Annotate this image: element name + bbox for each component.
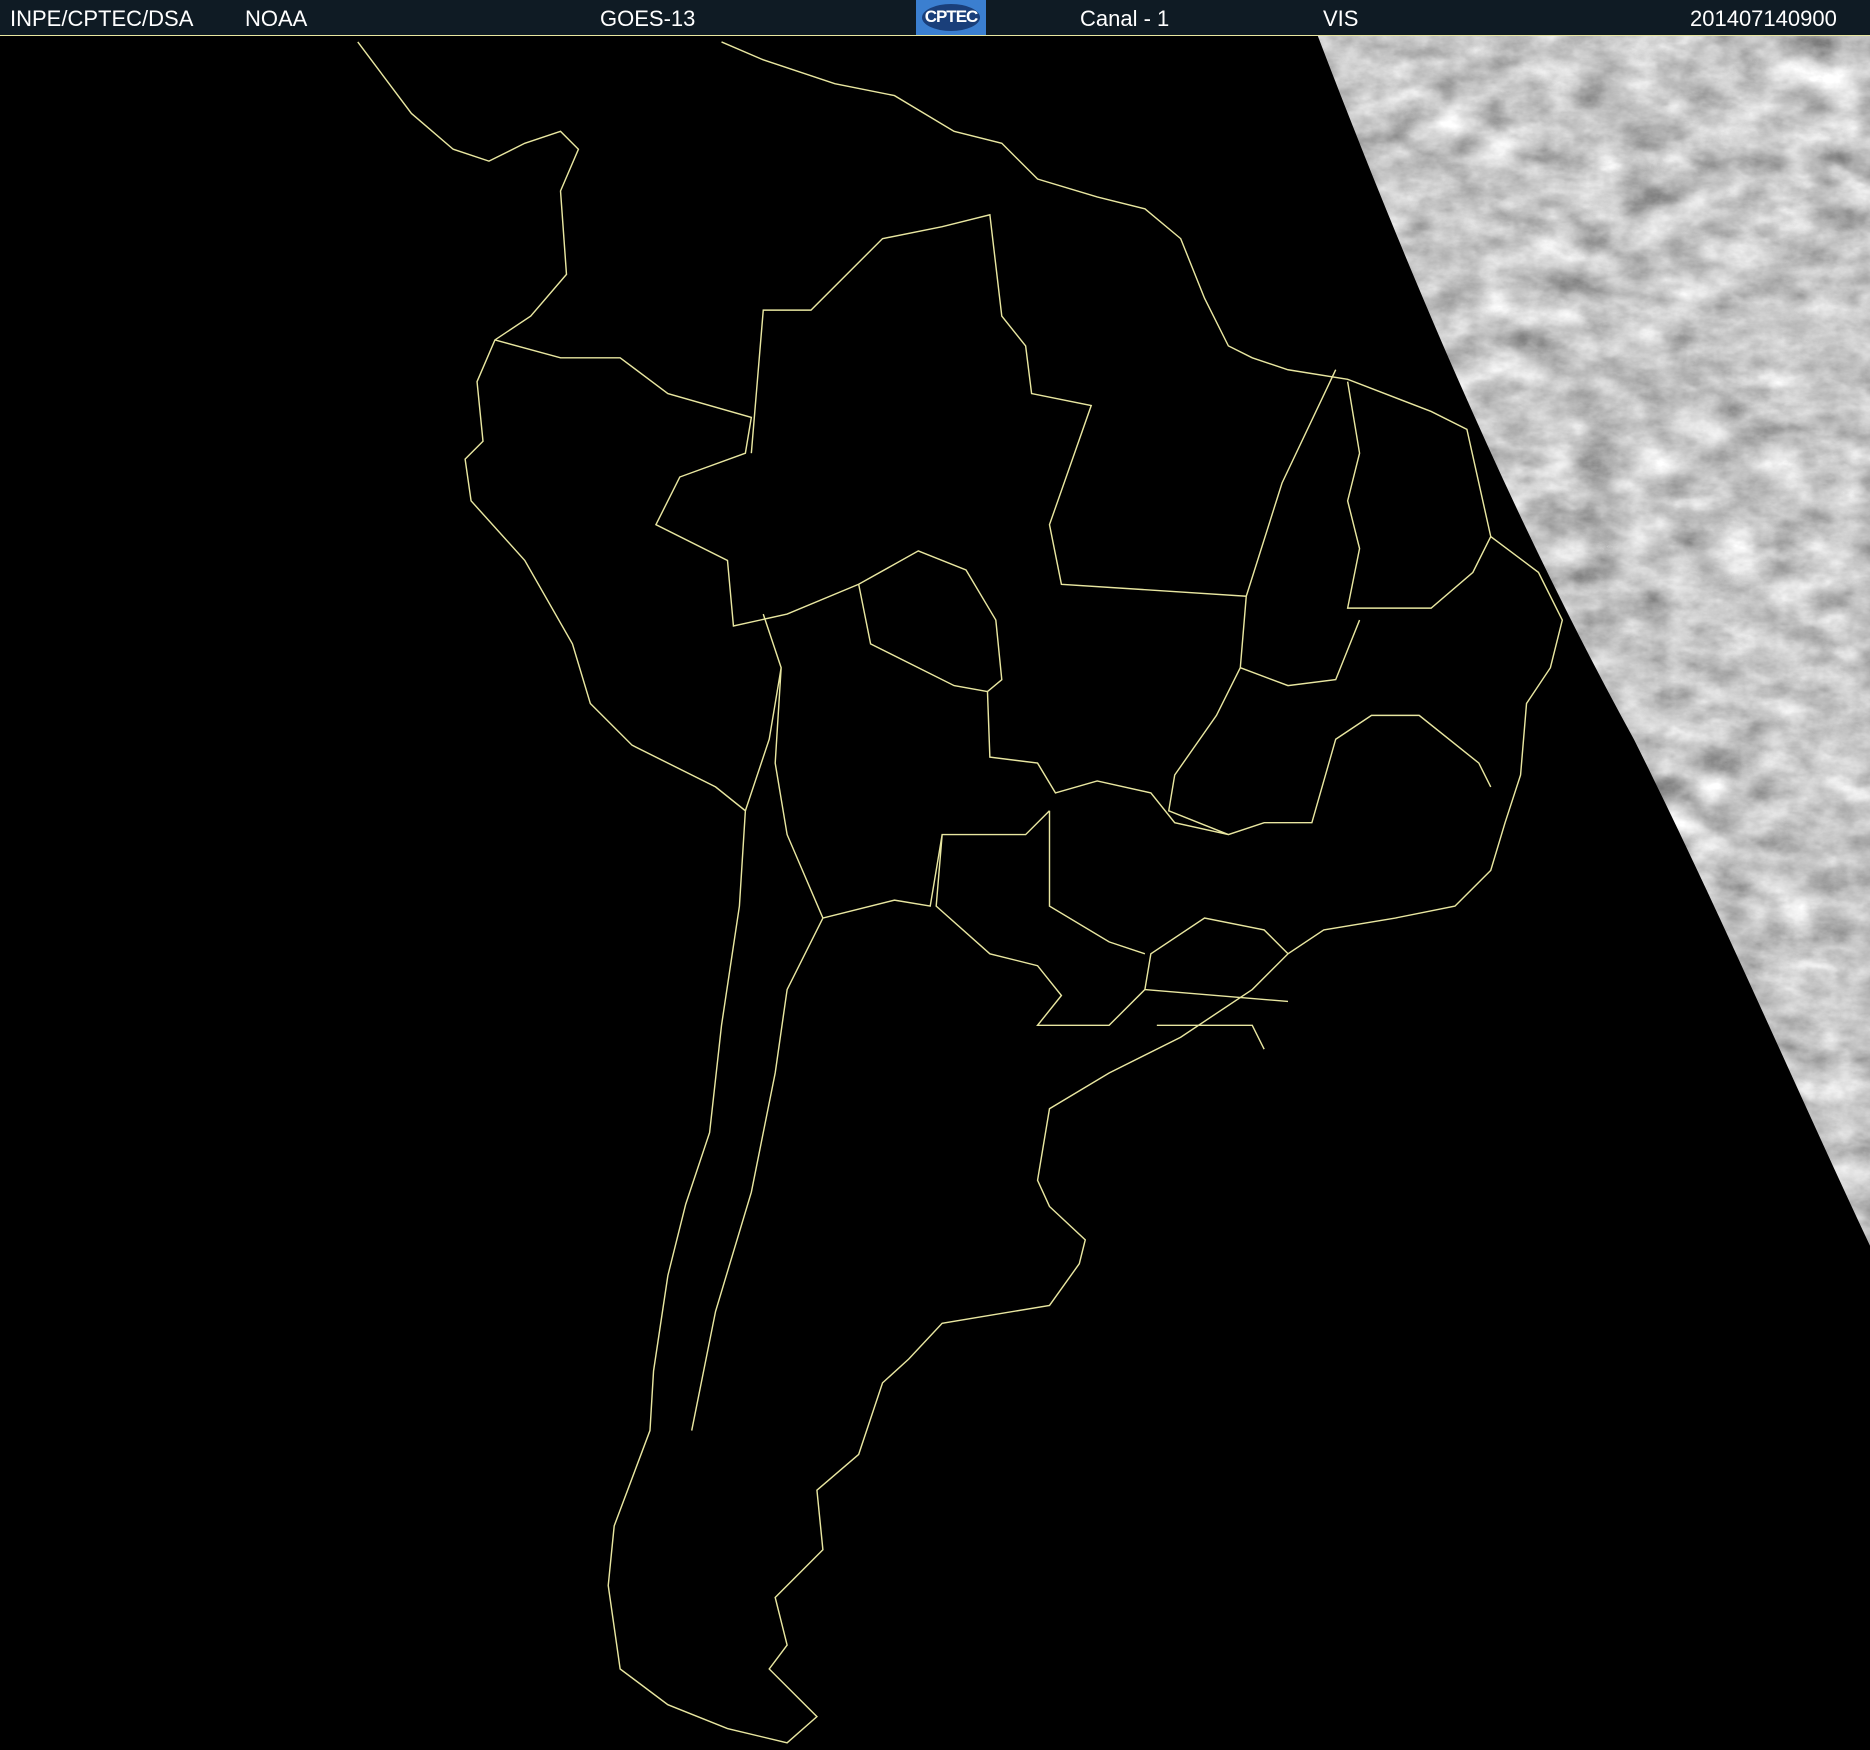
header-bar: INPE/CPTEC/DSA NOAA GOES-13 CPTEC Canal … [0,0,1870,36]
agency-label: INPE/CPTEC/DSA [10,6,194,31]
source-label: NOAA [245,6,308,31]
channel-label: Canal - 1 [1080,6,1170,31]
timestamp-label: 201407140900 [1690,6,1837,31]
cptec-logo: CPTEC [916,0,986,35]
band-label: VIS [1323,6,1359,31]
satellite-label: GOES-13 [600,6,696,31]
satellite-image [0,36,1870,1750]
